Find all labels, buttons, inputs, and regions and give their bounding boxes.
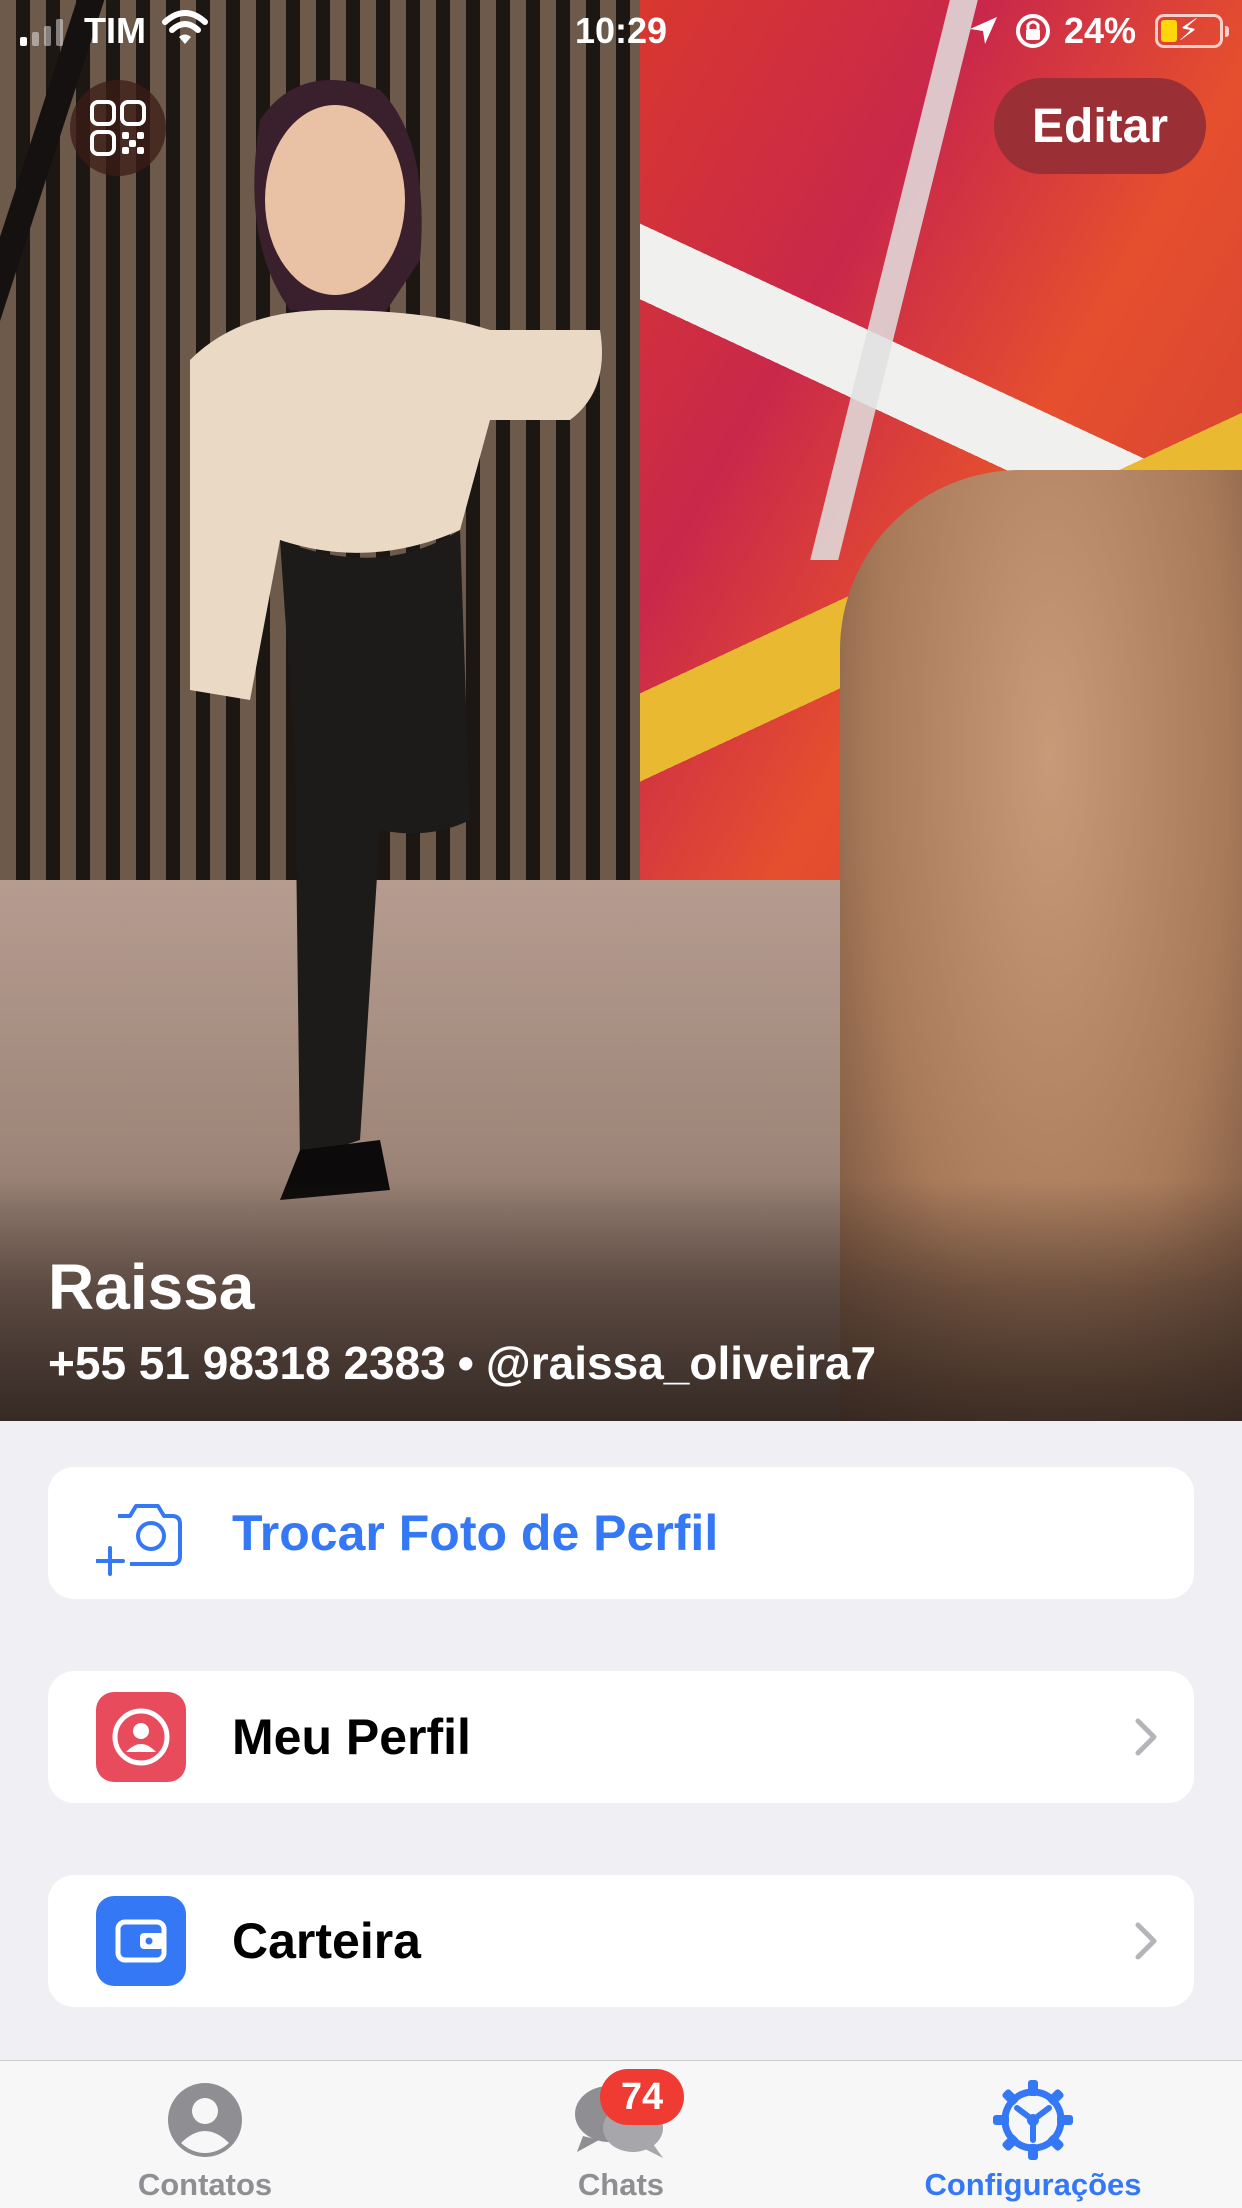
profile-separator: • (457, 1337, 474, 1389)
chevron-right-icon (1135, 1718, 1157, 1756)
profile-subtitle: +55 51 98318 2383 • @raissa_oliveira7 (48, 1336, 876, 1390)
tab-contacts[interactable]: Contatos (75, 2061, 335, 2208)
wallet-icon (96, 1896, 186, 1986)
menu-item-label: Carteira (232, 1913, 421, 1969)
profile-username: @raissa_oliveira7 (485, 1337, 877, 1389)
profile-phone: +55 51 98318 2383 (48, 1337, 446, 1389)
person-icon (166, 2077, 244, 2163)
unread-badge: 74 (600, 2069, 684, 2125)
profile-name: Raissa (48, 1251, 255, 1323)
tab-label: Configurações (924, 2167, 1142, 2202)
battery-percentage: 24% (1064, 10, 1137, 51)
photo-person (190, 80, 602, 1200)
profile-icon (96, 1692, 186, 1782)
menu-item-my-profile[interactable]: Meu Perfil (48, 1671, 1194, 1803)
battery-charging-icon: ⚡ (1155, 14, 1229, 48)
edit-button[interactable]: Editar (994, 78, 1206, 174)
chevron-right-icon (1135, 1922, 1157, 1960)
change-photo-label: Trocar Foto de Perfil (232, 1505, 719, 1561)
location-arrow-icon (970, 17, 997, 44)
change-photo-button[interactable]: Trocar Foto de Perfil (48, 1467, 1194, 1599)
tab-label: Contatos (137, 2167, 273, 2202)
clock: 10:29 (574, 10, 668, 51)
tab-bar: Contatos Chats 74 Configurações (0, 2060, 1242, 2208)
qr-code-icon (90, 100, 146, 156)
tab-label: Chats (577, 2167, 665, 2202)
profile-photo (0, 0, 1242, 1421)
menu-item-wallet[interactable]: Carteira (48, 1875, 1194, 2007)
rotation-lock-icon (1016, 14, 1050, 48)
settings-gear-icon (991, 2077, 1075, 2163)
qr-code-button[interactable] (70, 80, 166, 176)
add-camera-icon (96, 1504, 182, 1576)
tab-settings[interactable]: Configurações (903, 2061, 1163, 2208)
menu-item-label: Meu Perfil (232, 1709, 471, 1765)
status-bar: TIM 10:29 24% ⚡ (0, 0, 1242, 62)
